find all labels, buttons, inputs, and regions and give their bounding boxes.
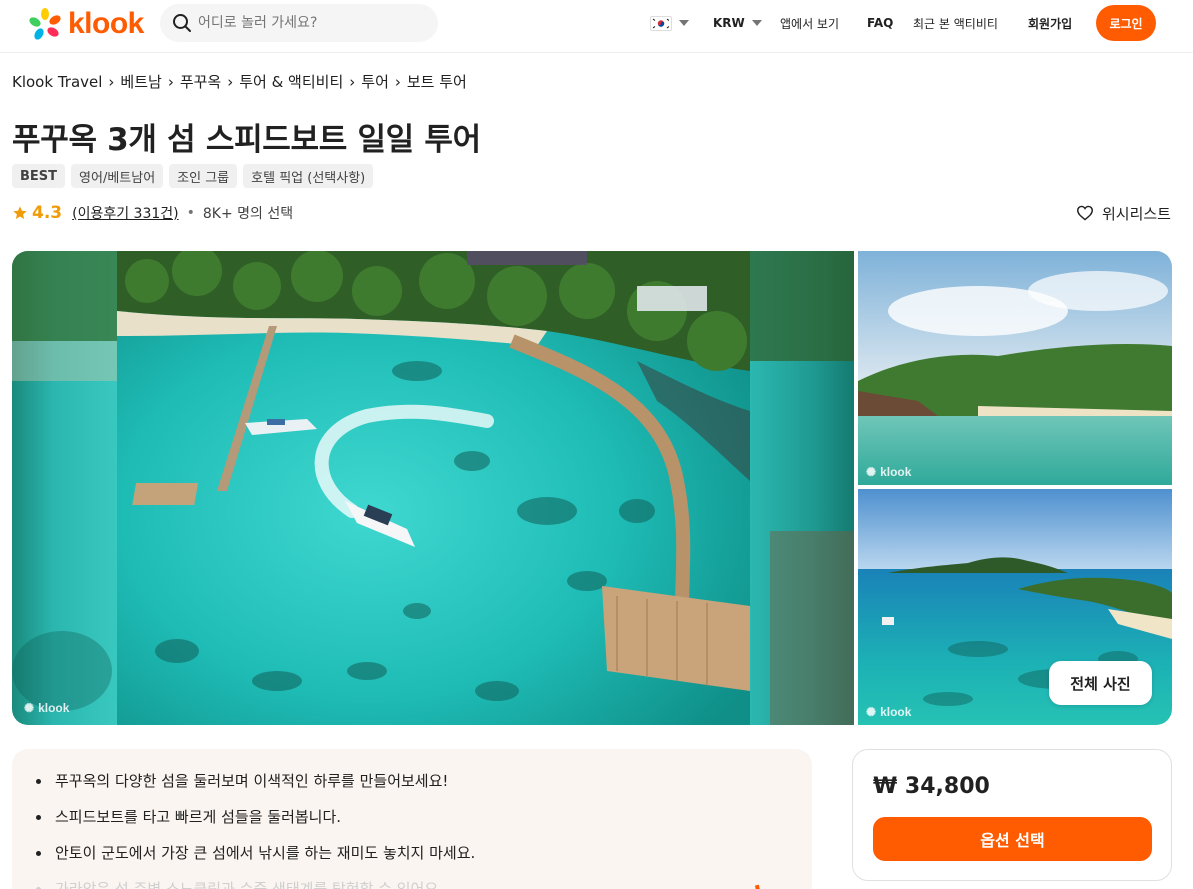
breadcrumb-item[interactable]: 베트남 bbox=[120, 71, 161, 92]
decorative-sparkle-icon bbox=[754, 884, 762, 889]
page-title: 푸꾸옥 3개 섬 스피드보트 일일 투어 bbox=[12, 122, 481, 158]
highlight-text: 스피드보트를 타고 빠르게 섬들을 둘러봅니다. bbox=[55, 808, 342, 826]
search-input[interactable] bbox=[198, 15, 418, 31]
watermark-icon: ✺ bbox=[866, 705, 877, 719]
heart-icon bbox=[1076, 205, 1093, 221]
highlights-box: 푸꾸옥의 다양한 섬을 둘러보며 이색적인 하루를 만들어보세요! 스피드보트를… bbox=[12, 749, 812, 889]
bullet-icon bbox=[36, 779, 41, 784]
klook-logo-icon bbox=[29, 8, 61, 40]
app-link[interactable]: 앱에서 보기 bbox=[780, 0, 839, 46]
watermark-text: klook bbox=[880, 465, 912, 479]
login-button[interactable]: 로그인 bbox=[1096, 5, 1156, 41]
rating-value: 4.3 bbox=[32, 203, 63, 223]
booked-count: 8K+ 명의 선택 bbox=[202, 206, 294, 222]
highlights-list: 푸꾸옥의 다양한 섬을 둘러보며 이색적인 하루를 만들어보세요! 스피드보트를… bbox=[36, 771, 788, 889]
breadcrumb: Klook Travel › 베트남 › 푸꾸옥 › 투어 & 액티비티 › 투… bbox=[12, 71, 467, 92]
search-bar[interactable] bbox=[160, 4, 438, 42]
watermark-icon: ✺ bbox=[866, 465, 877, 479]
breadcrumb-item[interactable]: 투어 & 액티비티 bbox=[239, 71, 343, 92]
chevron-right-icon: › bbox=[167, 72, 174, 91]
signup-link[interactable]: 회원가입 bbox=[1028, 0, 1072, 46]
breadcrumb-item[interactable]: 보트 투어 bbox=[407, 71, 467, 92]
logo-text: klook bbox=[68, 7, 144, 40]
recently-viewed-link[interactable]: 최근 본 액티비티 bbox=[913, 0, 998, 46]
reviews-link[interactable]: (이용후기 331건) bbox=[72, 203, 179, 223]
select-option-button[interactable]: 옵션 선택 bbox=[873, 817, 1152, 861]
klook-watermark: ✺ klook bbox=[866, 465, 911, 479]
highlight-item: 가라앉은 섬 주변 스노클링과 수중 생태계를 탐험할 수 있어요 bbox=[36, 879, 788, 889]
watermark-icon: ✺ bbox=[24, 701, 35, 715]
highlight-item: 안토이 군도에서 가장 큰 섬에서 낚시를 하는 재미도 놓치지 마세요. bbox=[36, 843, 788, 863]
wishlist-label: 위시리스트 bbox=[1101, 204, 1171, 223]
chevron-down-icon bbox=[751, 20, 762, 26]
currency-selector[interactable]: KRW bbox=[713, 0, 762, 46]
tag-join-group: 조인 그룹 bbox=[169, 164, 238, 188]
faq-link[interactable]: FAQ bbox=[867, 0, 893, 46]
chevron-right-icon: › bbox=[349, 72, 356, 91]
chevron-right-icon: › bbox=[108, 72, 115, 91]
highlight-item: 푸꾸옥의 다양한 섬을 둘러보며 이색적인 하루를 만들어보세요! bbox=[36, 771, 788, 791]
currency-label: KRW bbox=[713, 16, 745, 30]
top-header: klook KRW 앱에서 보기 FAQ 최근 본 액티비티 회원가입 로그인 bbox=[0, 0, 1193, 53]
chevron-right-icon: › bbox=[227, 72, 234, 91]
search-icon bbox=[173, 14, 191, 32]
breadcrumb-item[interactable]: 푸꾸옥 bbox=[180, 71, 221, 92]
breadcrumb-item[interactable]: 투어 bbox=[361, 71, 389, 92]
chevron-down-icon bbox=[679, 20, 689, 26]
watermark-text: klook bbox=[880, 705, 912, 719]
klook-watermark: ✺ klook bbox=[866, 705, 911, 719]
language-selector[interactable] bbox=[650, 0, 689, 46]
product-tags: BEST 영어/베트남어 조인 그룹 호텔 픽업 (선택사항) bbox=[12, 164, 374, 188]
rating-row: 4.3 (이용후기 331건) • 8K+ 명의 선택 bbox=[12, 201, 293, 225]
highlight-text: 안토이 군도에서 가장 큰 섬에서 낚시를 하는 재미도 놓치지 마세요. bbox=[55, 844, 476, 862]
tag-language: 영어/베트남어 bbox=[71, 164, 164, 188]
main-photo[interactable]: ✺ klook bbox=[12, 251, 854, 725]
price: ₩ 34,800 bbox=[873, 774, 990, 799]
highlight-text: 푸꾸옥의 다양한 섬을 둘러보며 이색적인 하루를 만들어보세요! bbox=[55, 772, 449, 790]
highlight-item: 스피드보트를 타고 빠르게 섬들을 둘러봅니다. bbox=[36, 807, 788, 827]
highlight-text: 가라앉은 섬 주변 스노클링과 수중 생태계를 탐험할 수 있어요 bbox=[55, 880, 439, 889]
star-icon bbox=[13, 206, 27, 219]
wishlist-button[interactable]: 위시리스트 bbox=[1076, 201, 1171, 225]
bullet-icon bbox=[36, 815, 41, 820]
booking-card: ₩ 34,800 옵션 선택 bbox=[852, 749, 1172, 881]
klook-logo[interactable]: klook bbox=[28, 6, 144, 42]
photo-thumbnail[interactable]: ✺ klook bbox=[858, 251, 1172, 485]
tag-best: BEST bbox=[12, 164, 66, 188]
tag-hotel-pickup: 호텔 픽업 (선택사항) bbox=[243, 164, 374, 188]
korea-flag-icon bbox=[650, 15, 672, 31]
separator-dot: • bbox=[186, 205, 195, 221]
view-all-photos-button[interactable]: 전체 사진 bbox=[1049, 661, 1152, 705]
bullet-icon bbox=[36, 851, 41, 856]
watermark-text: klook bbox=[38, 701, 70, 715]
photo-blur-right bbox=[750, 251, 854, 725]
photo-blur-left bbox=[12, 251, 117, 725]
klook-watermark: ✺ klook bbox=[24, 701, 69, 715]
breadcrumb-item[interactable]: Klook Travel bbox=[12, 73, 102, 91]
chevron-right-icon: › bbox=[394, 72, 401, 91]
main-photo-image bbox=[117, 251, 750, 725]
